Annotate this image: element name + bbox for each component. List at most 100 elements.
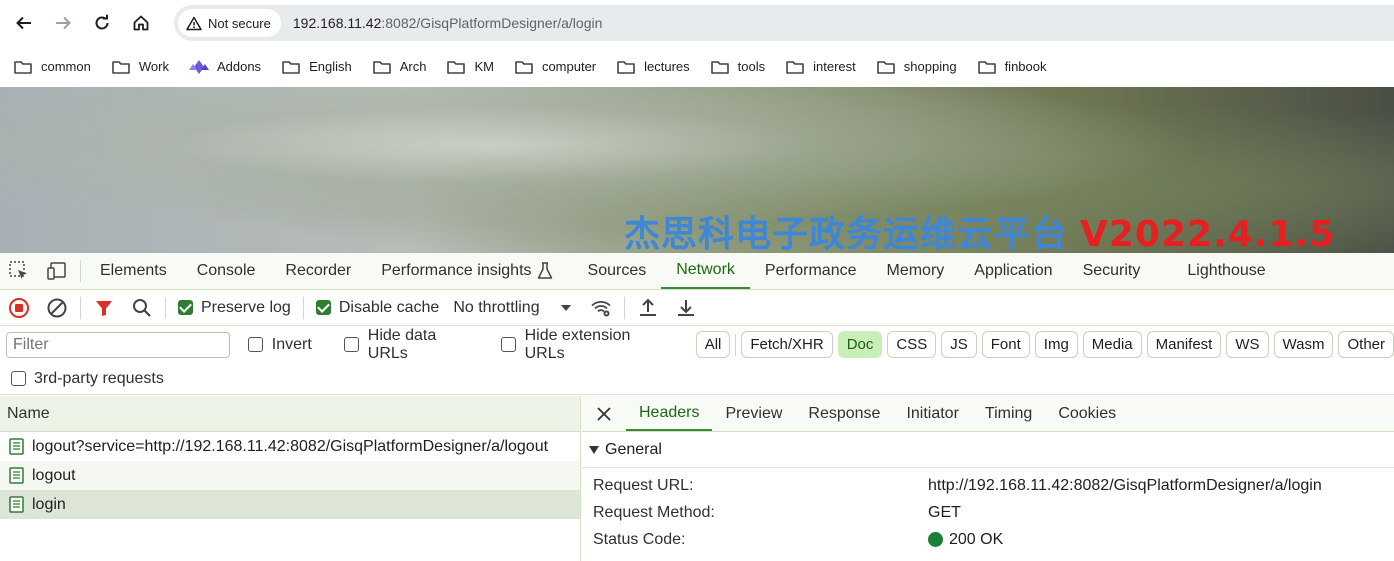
security-chip[interactable]: Not secure [178, 9, 281, 37]
import-har-button[interactable] [629, 290, 667, 326]
bookmark-interest[interactable]: interest [785, 59, 856, 75]
third-party-checkbox[interactable]: 3rd-party requests [11, 370, 164, 388]
field-value: 200 OK [928, 531, 1003, 549]
home-button[interactable] [126, 8, 156, 38]
bookmark-common[interactable]: common [13, 59, 91, 75]
bookmark-km[interactable]: KM [446, 59, 494, 75]
filter-chip-manifest[interactable]: Manifest [1146, 331, 1222, 358]
record-icon [9, 297, 29, 318]
tab-elements[interactable]: Elements [85, 253, 182, 289]
filter-chip-media[interactable]: Media [1082, 331, 1142, 358]
filter-chip-doc[interactable]: Doc [837, 331, 883, 358]
bookmark-work[interactable]: Work [111, 59, 169, 75]
filter-input[interactable] [6, 331, 230, 358]
search-button[interactable] [123, 290, 161, 326]
tab-sources[interactable]: Sources [573, 253, 662, 289]
tab-memory[interactable]: Memory [872, 253, 960, 289]
disable-cache-checkbox[interactable]: Disable cache [315, 298, 440, 317]
folder-icon [876, 60, 895, 74]
url-text[interactable]: 192.168.11.42:8082/GisqPlatformDesigner/… [293, 15, 603, 31]
inspect-element-button[interactable] [0, 253, 38, 289]
request-row[interactable]: logout [0, 461, 580, 490]
tab-recorder[interactable]: Recorder [270, 253, 366, 289]
folder-icon [372, 60, 391, 74]
preserve-log-checkbox[interactable]: Preserve log [178, 299, 291, 317]
bookmark-label: Addons [216, 59, 262, 74]
device-toolbar-button[interactable] [38, 253, 76, 289]
disable-cache-label: Disable cache [338, 298, 440, 316]
address-bar[interactable]: Not secure 192.168.11.42:8082/GisqPlatfo… [174, 5, 1394, 41]
bookmark-shopping[interactable]: shopping [876, 59, 957, 75]
bookmark-tools[interactable]: tools [710, 59, 765, 75]
wifi-settings-icon [591, 300, 611, 316]
filter-chip-fetch-xhr[interactable]: Fetch/XHR [741, 331, 833, 358]
general-section-header[interactable]: General [582, 432, 1394, 468]
tab-label: Performance insights [381, 262, 532, 279]
close-detail-button[interactable] [582, 396, 626, 431]
filter-chip-css[interactable]: CSS [887, 331, 937, 358]
reload-button[interactable] [87, 8, 117, 38]
tab-performance[interactable]: Performance [750, 253, 872, 289]
arrow-right-icon [56, 16, 71, 30]
invert-checkbox[interactable]: Invert [247, 335, 312, 354]
tab-lighthouse[interactable]: Lighthouse [1172, 253, 1280, 289]
checkbox-unchecked-icon [11, 371, 26, 386]
back-button[interactable] [9, 8, 39, 38]
tab-label: Recorder [285, 262, 352, 279]
bookmark-finbook[interactable]: finbook [977, 59, 1046, 75]
bookmark-addons[interactable]: Addons [188, 59, 262, 75]
network-conditions-button[interactable] [582, 290, 620, 326]
tab-label: Console [196, 262, 256, 279]
browser-toolbar: Not secure 192.168.11.42:8082/GisqPlatfo… [0, 0, 1394, 46]
filter-chip-img[interactable]: Img [1034, 331, 1078, 358]
detail-tab-initiator[interactable]: Initiator [893, 396, 971, 431]
export-har-button[interactable] [667, 290, 705, 326]
bookmark-lectures[interactable]: lectures [616, 59, 690, 75]
hide-extension-urls-checkbox[interactable]: Hide extension URLs [500, 327, 675, 363]
dropdown-arrow-icon [560, 304, 571, 311]
tab-security[interactable]: Security [1068, 253, 1173, 289]
detail-tab-cookies[interactable]: Cookies [1045, 396, 1129, 431]
request-row[interactable]: logout?service=http://192.168.11.42:8082… [0, 432, 580, 461]
request-row[interactable]: login [0, 490, 580, 519]
name-column-header[interactable]: Name [0, 396, 580, 432]
detail-tab-timing[interactable]: Timing [972, 396, 1045, 431]
folder-icon [14, 60, 32, 74]
tab-performance-insights[interactable]: Performance insights [366, 253, 572, 289]
stop-recording-button[interactable] [0, 290, 38, 326]
device-icon [47, 262, 66, 280]
detail-tab-response[interactable]: Response [795, 396, 893, 431]
document-icon [9, 438, 24, 455]
filter-chip-js[interactable]: JS [941, 331, 977, 358]
filter-chip-wasm[interactable]: Wasm [1273, 331, 1334, 358]
clear-icon [47, 298, 67, 317]
detail-tab-preview[interactable]: Preview [712, 396, 795, 431]
filter-chip-ws[interactable]: WS [1226, 331, 1269, 358]
forward-button[interactable] [48, 8, 78, 38]
platform-name: 杰思科电子政务运维云平台 [624, 214, 1069, 253]
field-key: Status Code: [593, 530, 686, 548]
filter-chip-font[interactable]: Font [981, 331, 1030, 358]
section-title: General [605, 440, 662, 458]
bookmark-arch[interactable]: Arch [372, 59, 426, 75]
tab-application[interactable]: Application [959, 253, 1067, 289]
tab-console[interactable]: Console [182, 253, 271, 289]
tab-network[interactable]: Network [661, 253, 750, 289]
checkbox-unchecked-icon [500, 337, 516, 352]
platform-version: V2022.4.1.5 [1080, 214, 1336, 253]
bookmark-computer[interactable]: computer [514, 59, 596, 75]
bookmark-english[interactable]: English [281, 59, 352, 75]
throttling-value: No throttling [453, 298, 540, 316]
detail-tab-headers[interactable]: Headers [626, 396, 713, 431]
clear-button[interactable] [38, 290, 76, 326]
filter-toggle-button[interactable] [85, 290, 123, 326]
invert-label: Invert [271, 335, 312, 353]
filter-chip-all[interactable]: All [695, 331, 731, 358]
hide-data-urls-checkbox[interactable]: Hide data URLs [343, 327, 481, 363]
filter-chip-other[interactable]: Other [1338, 331, 1394, 358]
request-name: login [32, 495, 66, 513]
throttling-select[interactable]: No throttling [453, 299, 571, 317]
checkbox-checked-icon [178, 300, 193, 315]
bookmark-label: lectures [644, 59, 690, 74]
field-key: Request Method: [593, 503, 715, 521]
